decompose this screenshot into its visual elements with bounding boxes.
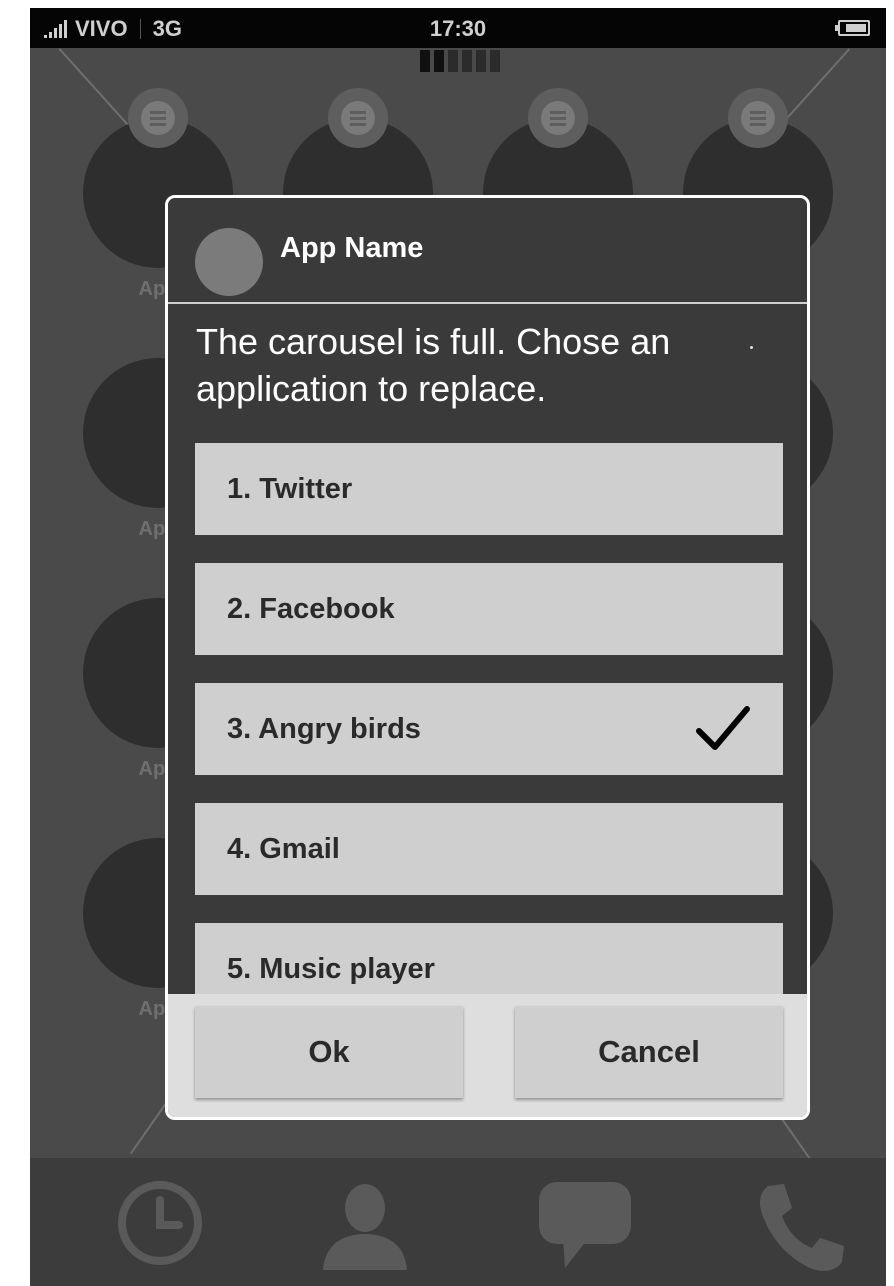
ok-button[interactable]: Ok: [195, 1006, 463, 1098]
dialog-header: App Name: [168, 198, 807, 304]
menu-badge-icon: [728, 88, 788, 148]
dock: [30, 1158, 886, 1286]
page-dot: [490, 50, 500, 72]
status-bar: VIVO 3G 17:30: [30, 8, 886, 48]
option-twitter[interactable]: 1. Twitter: [195, 443, 783, 535]
page-dot: [462, 50, 472, 72]
page-indicator[interactable]: [420, 50, 500, 72]
option-angry-birds[interactable]: 3. Angry birds: [195, 683, 783, 775]
menu-badge-icon: [528, 88, 588, 148]
cancel-button[interactable]: Cancel: [515, 1006, 783, 1098]
option-facebook[interactable]: 2. Facebook: [195, 563, 783, 655]
stray-dot: [750, 346, 753, 349]
checkmark-icon: [695, 705, 751, 761]
option-label: 4. Gmail: [227, 832, 340, 865]
dialog-message: The carousel is full. Chose an applicati…: [196, 321, 671, 409]
page-dot: [476, 50, 486, 72]
option-label: 5. Music player: [227, 952, 435, 985]
messages-icon[interactable]: [535, 1178, 635, 1278]
option-label: 2. Facebook: [227, 592, 395, 625]
clock-icon[interactable]: [115, 1178, 205, 1273]
page-dot: [420, 50, 430, 72]
option-gmail[interactable]: 4. Gmail: [195, 803, 783, 895]
menu-badge-icon: [328, 88, 388, 148]
background-line: [58, 48, 134, 132]
page-dot: [434, 50, 444, 72]
app-avatar: [195, 228, 263, 296]
option-label: 1. Twitter: [227, 472, 353, 505]
phone-icon[interactable]: [750, 1178, 850, 1283]
option-label: 3. Angry birds: [227, 712, 421, 745]
menu-badge-icon: [128, 88, 188, 148]
dialog-title: App Name: [280, 232, 424, 264]
replace-app-dialog: App Name The carousel is full. Chose an …: [165, 195, 810, 1120]
dialog-footer: Ok Cancel: [168, 994, 807, 1117]
page-dot: [448, 50, 458, 72]
phone-screen: VIVO 3G 17:30 App me: [30, 8, 886, 1286]
status-time: 17:30: [429, 16, 487, 41]
contacts-icon[interactable]: [315, 1178, 415, 1278]
battery-icon: [835, 20, 870, 36]
